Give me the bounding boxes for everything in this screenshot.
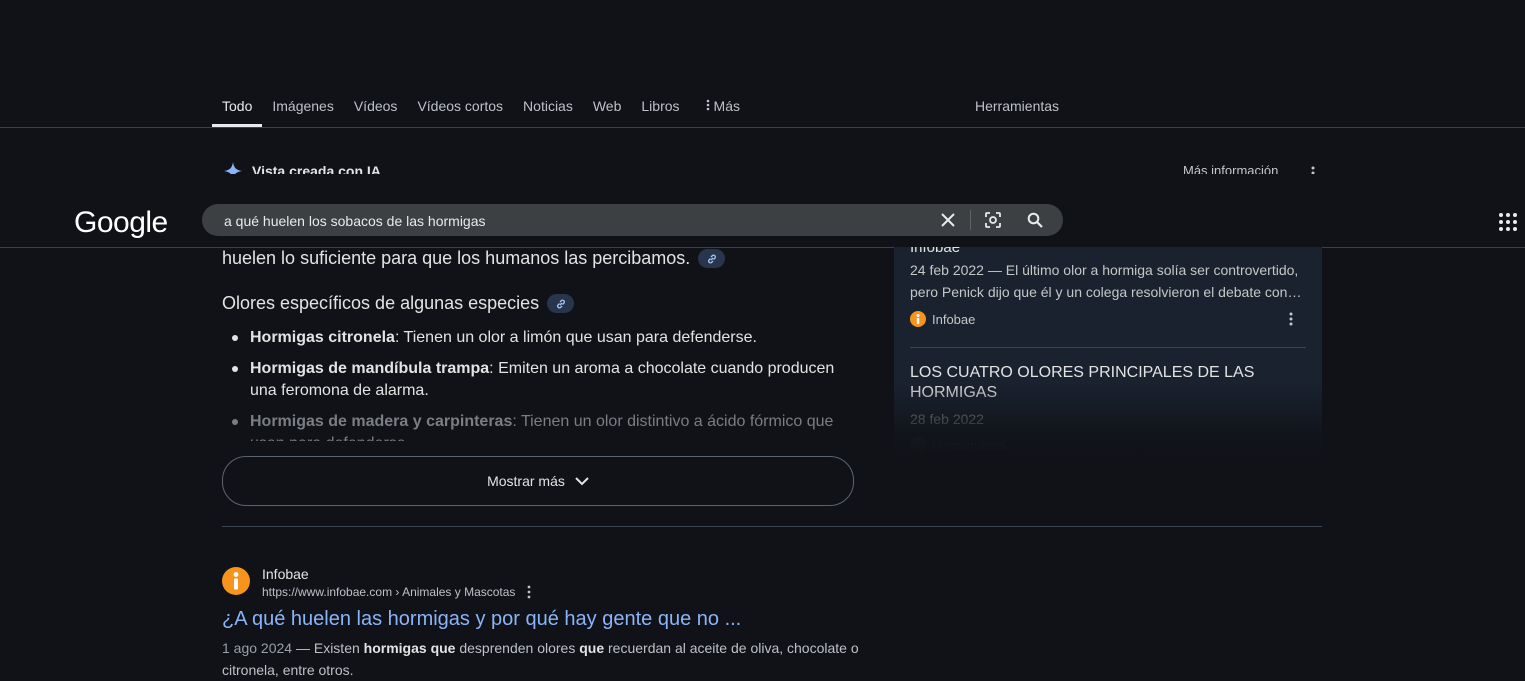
ai-text: huelen lo suficiente para que los humano… [222, 248, 691, 268]
lens-icon[interactable] [983, 210, 1003, 230]
result-options-icon[interactable] [527, 585, 531, 599]
tab-mas-label: Más [713, 98, 740, 114]
ai-subheading: Olores específicos de algunas especies [222, 293, 575, 314]
vertical-dots-icon [706, 99, 709, 111]
result-url[interactable]: https://www.infobae.com › Animales y Mas… [262, 585, 515, 599]
snippet-part: desprenden olores [455, 640, 580, 656]
source-name: Hormigueros [932, 437, 1007, 453]
list-item: Hormigas de mandíbula trampa: Emiten un … [222, 358, 862, 402]
show-more-label: Mostrar más [487, 473, 565, 489]
tab-imagenes[interactable]: Imágenes [262, 90, 343, 120]
link-icon [707, 254, 716, 263]
ai-subheading-text: Olores específicos de algunas especies [222, 293, 540, 313]
google-logo[interactable]: Google [74, 206, 168, 240]
sparkle-icon [224, 162, 242, 174]
tools-button[interactable]: Herramientas [975, 98, 1059, 114]
bullet-bold: Hormigas de mandíbula trampa [250, 360, 490, 377]
tab-libros[interactable]: Libros [631, 90, 689, 120]
source-link-chip[interactable] [547, 294, 575, 313]
result-date: 1 ago 2024 [222, 640, 293, 656]
link-icon [556, 299, 565, 308]
chevron-down-icon [575, 476, 589, 485]
source-options-icon[interactable] [1289, 312, 1293, 331]
site-logo-icon [910, 437, 926, 453]
search-icon[interactable] [1025, 210, 1045, 230]
snippet-part: — Existen [292, 640, 364, 656]
search-tabs: Todo Imágenes Vídeos Vídeos cortos Notic… [212, 90, 750, 128]
source-card-title[interactable]: LOS CUATRO OLORES PRINCIPALES DE LAS HOR… [910, 363, 1310, 403]
list-item: Hormigas de madera y carpinteras: Tienen… [222, 411, 862, 441]
tab-todo[interactable]: Todo [212, 90, 263, 127]
snippet-bold: hormigas que [363, 640, 456, 656]
tab-noticias[interactable]: Noticias [513, 90, 583, 120]
show-more-button[interactable]: Mostrar más [222, 456, 854, 506]
list-item: Hormigas citronela: Tienen un olor a lim… [222, 327, 862, 349]
infobae-logo-icon [910, 311, 926, 327]
snippet-bold: que [579, 640, 605, 656]
tab-mas[interactable]: Más [696, 90, 750, 120]
section-divider [222, 526, 1322, 527]
result-site-name[interactable]: Infobae [262, 566, 309, 582]
sources-panel: Infobae 24 feb 2022 — El último olor a h… [894, 247, 1322, 455]
search-separator [970, 210, 971, 230]
tab-videos[interactable]: Vídeos [344, 90, 408, 120]
source-card-title-cut[interactable]: Infobae [910, 247, 960, 256]
tabs-divider [0, 127, 1525, 128]
search-box [202, 204, 1063, 238]
source-card-source: Infobae [910, 311, 975, 327]
ai-options-icon[interactable] [1307, 162, 1319, 174]
ai-overview-title: Vista creada con IA [252, 163, 381, 174]
tab-videos-cortos[interactable]: Vídeos cortos [407, 90, 513, 120]
apps-grid-icon[interactable] [1498, 212, 1518, 232]
tab-web[interactable]: Web [583, 90, 632, 120]
ai-overview-header: Vista creada con IA [222, 160, 381, 174]
result-snippet: 1 ago 2024 — Existen hormigas que despre… [222, 637, 872, 681]
bullet-bold: Hormigas de madera y carpinteras [250, 413, 513, 430]
search-input[interactable] [222, 204, 926, 238]
infobae-favicon-icon[interactable] [222, 567, 250, 595]
ai-bullet-list: Hormigas citronela: Tienen un olor a lim… [222, 327, 862, 450]
ai-text-line: huelen lo suficiente para que los humano… [222, 248, 726, 269]
bullet-bold: Hormigas citronela [250, 329, 395, 346]
result-url-row: https://www.infobae.com › Animales y Mas… [262, 585, 531, 599]
source-card-date: 28 feb 2022 [910, 411, 984, 427]
more-info-link[interactable]: Más información [1183, 163, 1278, 174]
clear-icon[interactable] [938, 210, 958, 230]
panel-divider [910, 347, 1306, 348]
source-card-snippet[interactable]: 24 feb 2022 — El último olor a hormiga s… [910, 259, 1310, 303]
source-card-source: Hormigueros [910, 437, 1006, 453]
source-link-chip[interactable] [698, 249, 726, 268]
source-name: Infobae [932, 311, 976, 327]
result-title-link[interactable]: ¿A qué huelen las hormigas y por qué hay… [222, 608, 741, 631]
bullet-text: : Tienen un olor a limón que usan para d… [394, 329, 757, 346]
